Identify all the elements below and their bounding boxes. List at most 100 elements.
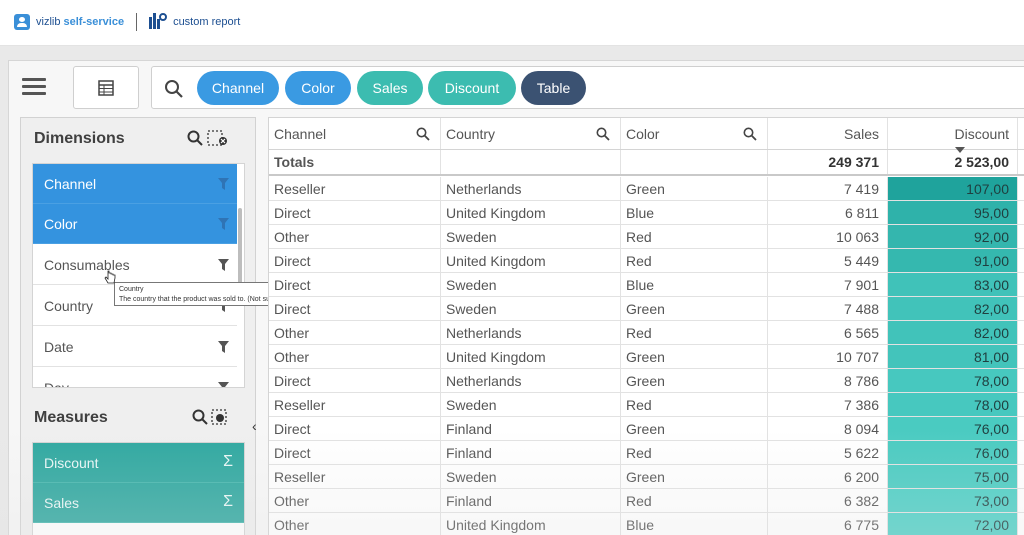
cell-country[interactable]: Netherlands	[441, 369, 621, 392]
table-row[interactable]: Other United Kingdom Green 10 707 81,00	[269, 345, 1024, 369]
cell-country[interactable]: Sweden	[441, 225, 621, 248]
cell-channel[interactable]: Direct	[269, 441, 441, 464]
cell-color[interactable]: Green	[621, 417, 768, 440]
header-discount[interactable]: Discount	[888, 118, 1018, 149]
filter-icon[interactable]	[218, 341, 229, 353]
table-row[interactable]: Direct Sweden Blue 7 901 83,00	[269, 273, 1024, 297]
cell-channel[interactable]: Reseller	[269, 393, 441, 416]
cell-discount[interactable]: 95,00	[888, 201, 1018, 224]
filter-icon[interactable]	[218, 259, 229, 271]
cell-discount[interactable]: 78,00	[888, 393, 1018, 416]
cell-color[interactable]: Red	[621, 393, 768, 416]
cell-discount[interactable]: 73,00	[888, 489, 1018, 512]
cell-channel[interactable]: Direct	[269, 297, 441, 320]
table-row[interactable]: Direct Finland Green 8 094 76,00	[269, 417, 1024, 441]
cell-sales[interactable]: 7 488	[768, 297, 888, 320]
cell-color[interactable]: Red	[621, 441, 768, 464]
table-row[interactable]: Other United Kingdom Blue 6 775 72,00	[269, 513, 1024, 535]
cell-discount[interactable]: 82,00	[888, 321, 1018, 344]
cell-sales[interactable]: 6 200	[768, 465, 888, 488]
cell-channel[interactable]: Direct	[269, 201, 441, 224]
chip-sales[interactable]: Sales	[357, 71, 423, 105]
hamburger-menu-button[interactable]	[22, 78, 46, 98]
search-icon[interactable]	[164, 79, 184, 99]
measure-item-sales[interactable]: Sales Σ	[33, 483, 244, 523]
dimension-item-day[interactable]: Day	[33, 368, 237, 388]
chip-color[interactable]: Color	[285, 71, 351, 105]
measure-item-discount[interactable]: Discount Σ	[33, 443, 244, 483]
cell-discount[interactable]: 82,00	[888, 297, 1018, 320]
table-row[interactable]: Reseller Netherlands Green 7 419 107,00	[269, 177, 1024, 201]
dimension-item-channel[interactable]: Channel	[33, 164, 237, 204]
collapse-panel-icon[interactable]: ‹	[252, 418, 257, 434]
dimension-item-date[interactable]: Date	[33, 327, 237, 367]
cell-country[interactable]: United Kingdom	[441, 201, 621, 224]
cell-discount[interactable]: 81,00	[888, 345, 1018, 368]
column-search-icon[interactable]	[416, 127, 430, 141]
table-row[interactable]: Other Finland Red 6 382 73,00	[269, 489, 1024, 513]
cell-country[interactable]: United Kingdom	[441, 513, 621, 535]
cell-color[interactable]: Blue	[621, 201, 768, 224]
cell-channel[interactable]: Direct	[269, 273, 441, 296]
brand[interactable]: vizlib self-service custom report	[14, 13, 240, 31]
cell-discount[interactable]: 107,00	[888, 177, 1018, 200]
measures-clear-icon[interactable]	[211, 409, 227, 425]
cell-sales[interactable]: 5 622	[768, 441, 888, 464]
cell-sales[interactable]: 6 565	[768, 321, 888, 344]
measures-search-icon[interactable]	[192, 409, 208, 425]
cell-country[interactable]: Netherlands	[441, 177, 621, 200]
table-row[interactable]: Direct United Kingdom Blue 6 811 95,00	[269, 201, 1024, 225]
cell-sales[interactable]: 6 811	[768, 201, 888, 224]
cell-country[interactable]: United Kingdom	[441, 345, 621, 368]
cell-discount[interactable]: 83,00	[888, 273, 1018, 296]
filter-icon[interactable]	[218, 218, 229, 230]
cell-sales[interactable]: 7 419	[768, 177, 888, 200]
cell-color[interactable]: Blue	[621, 273, 768, 296]
filter-icon[interactable]	[218, 382, 229, 388]
dimension-item-consumables[interactable]: Consumables	[33, 245, 237, 285]
cell-color[interactable]: Blue	[621, 513, 768, 535]
table-row[interactable]: Other Netherlands Red 6 565 82,00	[269, 321, 1024, 345]
chip-discount[interactable]: Discount	[428, 71, 516, 105]
cell-sales[interactable]: 10 707	[768, 345, 888, 368]
cell-color[interactable]: Green	[621, 297, 768, 320]
cell-color[interactable]: Green	[621, 465, 768, 488]
table-row[interactable]: Direct Finland Red 5 622 76,00	[269, 441, 1024, 465]
header-color[interactable]: Color	[621, 118, 768, 149]
cell-country[interactable]: Finland	[441, 441, 621, 464]
dimensions-search-icon[interactable]	[187, 130, 203, 146]
cell-channel[interactable]: Direct	[269, 249, 441, 272]
cell-country[interactable]: Finland	[441, 417, 621, 440]
cell-country[interactable]: Sweden	[441, 393, 621, 416]
column-search-icon[interactable]	[743, 127, 757, 141]
cell-channel[interactable]: Other	[269, 489, 441, 512]
cell-channel[interactable]: Reseller	[269, 177, 441, 200]
cell-sales[interactable]: 6 382	[768, 489, 888, 512]
cell-sales[interactable]: 6 775	[768, 513, 888, 535]
cell-color[interactable]: Red	[621, 249, 768, 272]
header-sales[interactable]: Sales	[768, 118, 888, 149]
chip-channel[interactable]: Channel	[197, 71, 279, 105]
cell-channel[interactable]: Other	[269, 513, 441, 535]
cell-channel[interactable]: Other	[269, 321, 441, 344]
cell-channel[interactable]: Direct	[269, 369, 441, 392]
cell-color[interactable]: Red	[621, 489, 768, 512]
cell-sales[interactable]: 10 063	[768, 225, 888, 248]
cell-country[interactable]: Sweden	[441, 465, 621, 488]
table-view-button[interactable]	[73, 66, 139, 109]
chip-table[interactable]: Table	[521, 71, 586, 105]
cell-channel[interactable]: Other	[269, 225, 441, 248]
cell-sales[interactable]: 7 386	[768, 393, 888, 416]
cell-sales[interactable]: 7 901	[768, 273, 888, 296]
cell-sales[interactable]: 8 094	[768, 417, 888, 440]
clear-selection-icon[interactable]	[207, 130, 229, 146]
header-channel[interactable]: Channel	[269, 118, 441, 149]
header-country[interactable]: Country	[441, 118, 621, 149]
cell-color[interactable]: Green	[621, 345, 768, 368]
cell-channel[interactable]: Other	[269, 345, 441, 368]
cell-color[interactable]: Green	[621, 369, 768, 392]
cell-channel[interactable]: Reseller	[269, 465, 441, 488]
cell-color[interactable]: Red	[621, 321, 768, 344]
cell-sales[interactable]: 8 786	[768, 369, 888, 392]
cell-country[interactable]: Finland	[441, 489, 621, 512]
